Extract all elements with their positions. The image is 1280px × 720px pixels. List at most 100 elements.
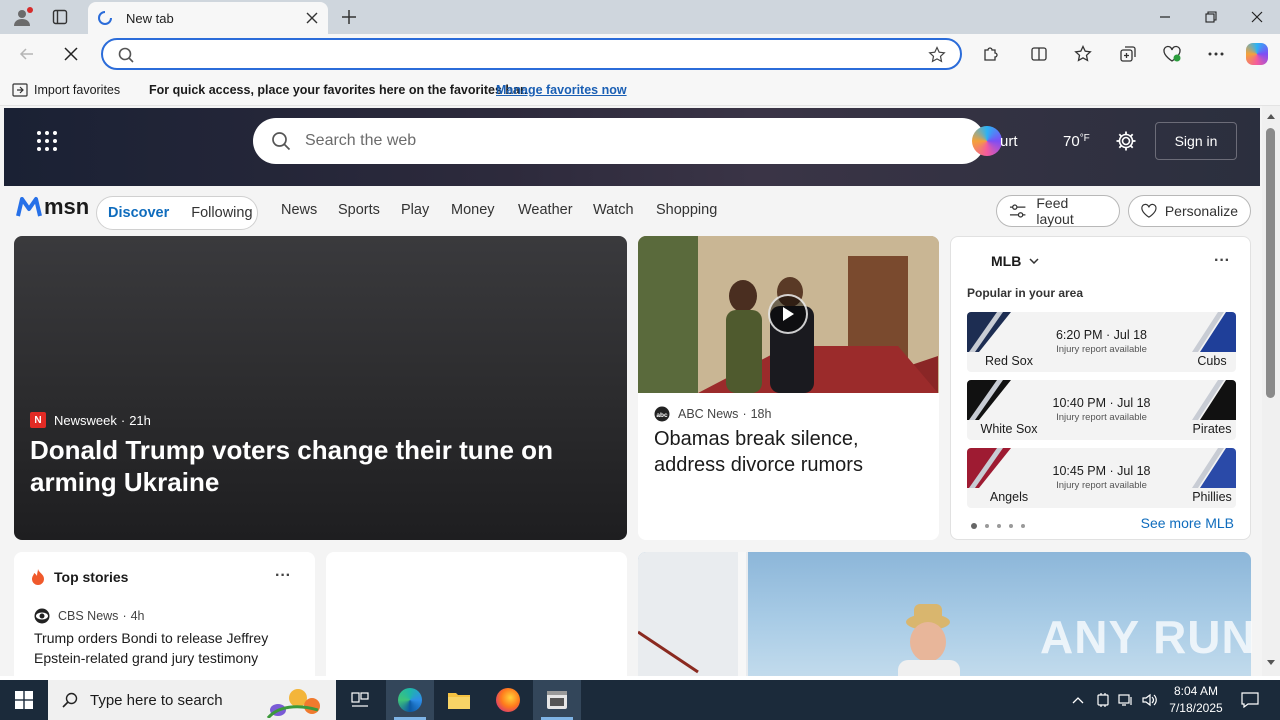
tab-actions-button[interactable] — [38, 0, 82, 34]
msn-logo[interactable]: msn — [16, 194, 89, 220]
collections-icon — [1120, 46, 1136, 62]
msn-page: urt 70°F Sign in msn Discover Following … — [0, 106, 1262, 676]
personalize-label: Personalize — [1164, 203, 1238, 219]
feed-layout-label: Feed layout — [1036, 195, 1074, 227]
collections-button[interactable] — [1113, 40, 1143, 68]
page-scrollbar[interactable] — [1262, 106, 1280, 676]
taskbar-edge-button[interactable] — [386, 680, 434, 720]
close-tab-icon[interactable] — [306, 12, 318, 24]
game-row[interactable]: 6:20 PM · Jul 18 Injury report available… — [967, 312, 1236, 372]
nav-shopping[interactable]: Shopping — [656, 202, 717, 218]
minimize-icon — [1160, 16, 1170, 18]
taskbar-search-placeholder: Type here to search — [90, 691, 223, 709]
browser-essentials-button[interactable] — [1157, 40, 1187, 68]
close-window-button[interactable] — [1234, 0, 1280, 34]
nav-news[interactable]: News — [281, 202, 317, 218]
app-window-icon — [547, 691, 567, 709]
top-story-headline[interactable]: Trump orders Bondi to release Jeffrey Ep… — [34, 628, 294, 668]
scroll-down-icon[interactable] — [1266, 659, 1276, 667]
app-grid-icon — [37, 131, 57, 151]
taskbar-file-explorer-button[interactable] — [435, 680, 483, 720]
tray-device-button[interactable] — [1092, 680, 1114, 720]
plus-icon — [342, 10, 356, 24]
tab-new-tab[interactable]: New tab — [88, 2, 328, 34]
nav-weather[interactable]: Weather — [518, 202, 573, 218]
taskbar-firefox-button[interactable] — [484, 680, 532, 720]
page-settings-button[interactable] — [1115, 130, 1137, 152]
profile-button[interactable] — [6, 3, 38, 31]
play-video-button[interactable] — [768, 294, 808, 334]
second-story-headline[interactable]: Obamas break silence, address divorce ru… — [654, 426, 924, 478]
start-button[interactable] — [0, 680, 48, 720]
web-search-input[interactable] — [305, 132, 865, 150]
notification-dot — [27, 7, 33, 13]
extensions-button[interactable] — [976, 40, 1006, 68]
network-button[interactable] — [1115, 680, 1137, 720]
favorite-star-icon[interactable] — [928, 46, 946, 64]
feed-layout-button[interactable]: Feed layout — [996, 195, 1120, 227]
copilot-search-icon[interactable] — [972, 126, 1002, 156]
address-bar[interactable] — [101, 38, 962, 70]
source-name: ABC News — [678, 407, 739, 421]
system-clock[interactable]: 8:04 AM 7/18/2025 — [1164, 683, 1228, 717]
nav-money[interactable]: Money — [451, 202, 495, 218]
notifications-button[interactable] — [1230, 680, 1270, 720]
msn-logo-text: msn — [44, 194, 90, 219]
nav-sports[interactable]: Sports — [338, 202, 380, 218]
top-story-source: CBS News · 4h — [34, 608, 145, 624]
app-launcher-button[interactable] — [36, 130, 58, 152]
favorites-button[interactable] — [1068, 40, 1098, 68]
new-tab-button[interactable] — [326, 0, 372, 34]
nav-play[interactable]: Play — [401, 202, 429, 218]
search-highlight-flowers-icon — [266, 689, 320, 718]
sign-in-button[interactable]: Sign in — [1155, 122, 1237, 160]
separator-dot: · — [122, 609, 127, 623]
stop-loading-button[interactable] — [56, 40, 86, 68]
personalize-button[interactable]: Personalize — [1128, 195, 1251, 227]
tab-discover[interactable]: Discover — [108, 205, 169, 221]
scroll-up-icon[interactable] — [1266, 112, 1276, 120]
second-story-card[interactable]: abc ABC News · 18h Obamas break silence,… — [638, 236, 939, 540]
import-favorites-button[interactable]: Import favorites — [12, 83, 120, 97]
import-favorites-label: Import favorites — [34, 83, 121, 97]
task-view-button[interactable] — [336, 680, 384, 720]
carousel-dots[interactable] — [971, 523, 1033, 529]
cbs-eye-logo-icon — [34, 608, 50, 624]
msn-nav-row: msn Discover Following News Sports Play … — [0, 186, 1262, 236]
weather-temperature[interactable]: 70°F — [1063, 133, 1090, 150]
home-team: Angels — [989, 490, 1029, 504]
split-screen-button[interactable] — [1024, 40, 1054, 68]
game-row[interactable]: 10:45 PM · Jul 18 Injury report availabl… — [967, 448, 1236, 508]
folder-icon — [448, 693, 470, 709]
minimize-button[interactable] — [1142, 0, 1188, 34]
volume-button[interactable] — [1139, 680, 1161, 720]
search-icon — [118, 47, 134, 63]
settings-more-button[interactable] — [1201, 40, 1231, 68]
restore-button[interactable] — [1188, 0, 1234, 34]
restore-icon — [1205, 11, 1217, 23]
edge-icon — [398, 688, 422, 712]
web-search-box[interactable] — [253, 118, 985, 164]
mlb-widget: MLB ··· Popular in your area 6:20 PM · J… — [950, 236, 1251, 540]
svg-text:abc: abc — [656, 412, 668, 419]
personalize-heart-icon — [1141, 203, 1157, 218]
back-button[interactable] — [12, 40, 42, 68]
see-more-mlb-link[interactable]: See more MLB — [1141, 515, 1234, 531]
more-options-icon[interactable]: ··· — [1214, 253, 1230, 269]
manage-favorites-link[interactable]: Manage favorites now — [496, 83, 627, 97]
scrollbar-thumb[interactable] — [1266, 128, 1275, 398]
copilot-button[interactable] — [1242, 40, 1272, 68]
game-row[interactable]: 10:40 PM · Jul 18 Injury report availabl… — [967, 380, 1236, 440]
clock-time: 8:04 AM — [1173, 684, 1219, 698]
favorites-bar: Import favorites For quick access, place… — [0, 74, 1280, 106]
taskbar-search-box[interactable]: Type here to search — [48, 680, 336, 720]
nav-watch[interactable]: Watch — [593, 202, 634, 218]
taskbar-app-button[interactable] — [533, 680, 581, 720]
tab-following[interactable]: Following — [191, 205, 252, 221]
main-story-headline[interactable]: Donald Trump voters change their tune on… — [30, 434, 610, 498]
home-team: Red Sox — [985, 354, 1033, 368]
more-options-icon[interactable]: ··· — [275, 568, 291, 584]
league-selector[interactable]: MLB — [991, 253, 1039, 269]
show-hidden-icons-button[interactable] — [1066, 680, 1090, 720]
main-story-card[interactable]: N Newsweek · 21h Donald Trump voters cha… — [14, 236, 627, 540]
